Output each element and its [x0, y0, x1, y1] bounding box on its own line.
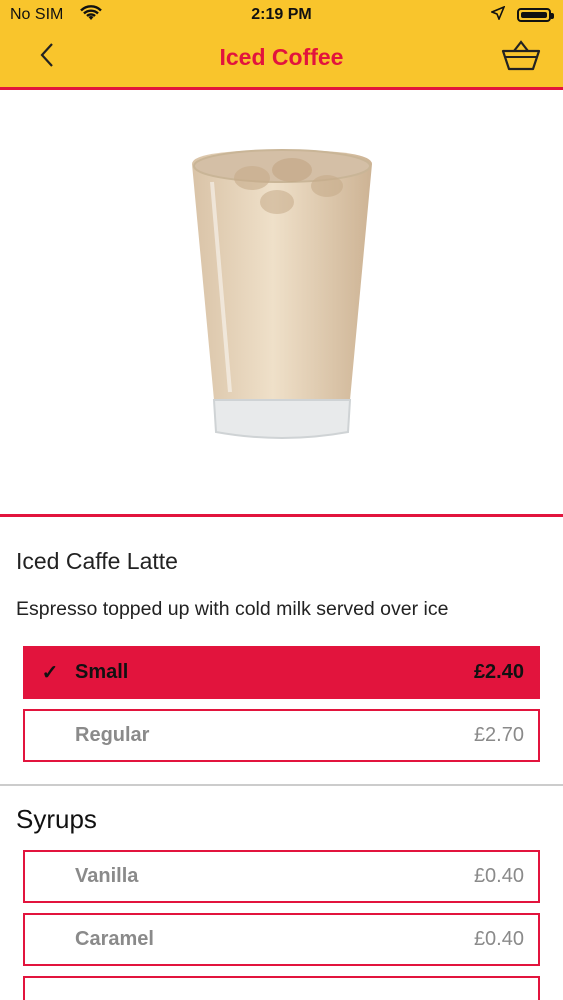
size-option-regular[interactable]: Regular £2.70 — [23, 709, 540, 762]
clock: 2:19 PM — [251, 6, 312, 23]
checkmark-icon: ✓ — [41, 662, 59, 684]
product-name: Iced Caffe Latte — [16, 548, 178, 574]
syrup-option-price: £0.40 — [473, 865, 524, 887]
syrup-option-price: £0.40 — [473, 928, 524, 950]
section-divider — [0, 784, 563, 786]
syrup-option-label: Vanilla — [75, 865, 139, 887]
iced-coffee-glass-image — [191, 149, 372, 439]
syrup-option-caramel[interactable]: Caramel £0.40 — [23, 913, 540, 966]
image-divider — [0, 514, 563, 517]
location-arrow-icon — [489, 5, 506, 25]
basket-button[interactable] — [501, 38, 541, 74]
syrup-option-partial[interactable] — [23, 976, 540, 1000]
product-image — [0, 90, 563, 514]
size-option-small[interactable]: ✓ Small £2.40 — [23, 646, 540, 699]
syrup-option-vanilla[interactable]: Vanilla £0.40 — [23, 850, 540, 903]
battery-icon — [517, 8, 554, 22]
basket-icon — [501, 40, 541, 78]
product-description: Espresso topped up with cold milk served… — [16, 598, 449, 620]
syrups-heading: Syrups — [16, 804, 97, 834]
size-option-price: £2.70 — [473, 724, 524, 746]
page-title: Iced Coffee — [219, 44, 344, 70]
size-option-label: Regular — [75, 724, 150, 746]
status-bar: No SIM 2:19 PM — [0, 0, 563, 32]
size-option-price: £2.40 — [473, 661, 524, 683]
size-option-label: Small — [75, 661, 129, 683]
syrup-option-label: Caramel — [75, 928, 154, 950]
